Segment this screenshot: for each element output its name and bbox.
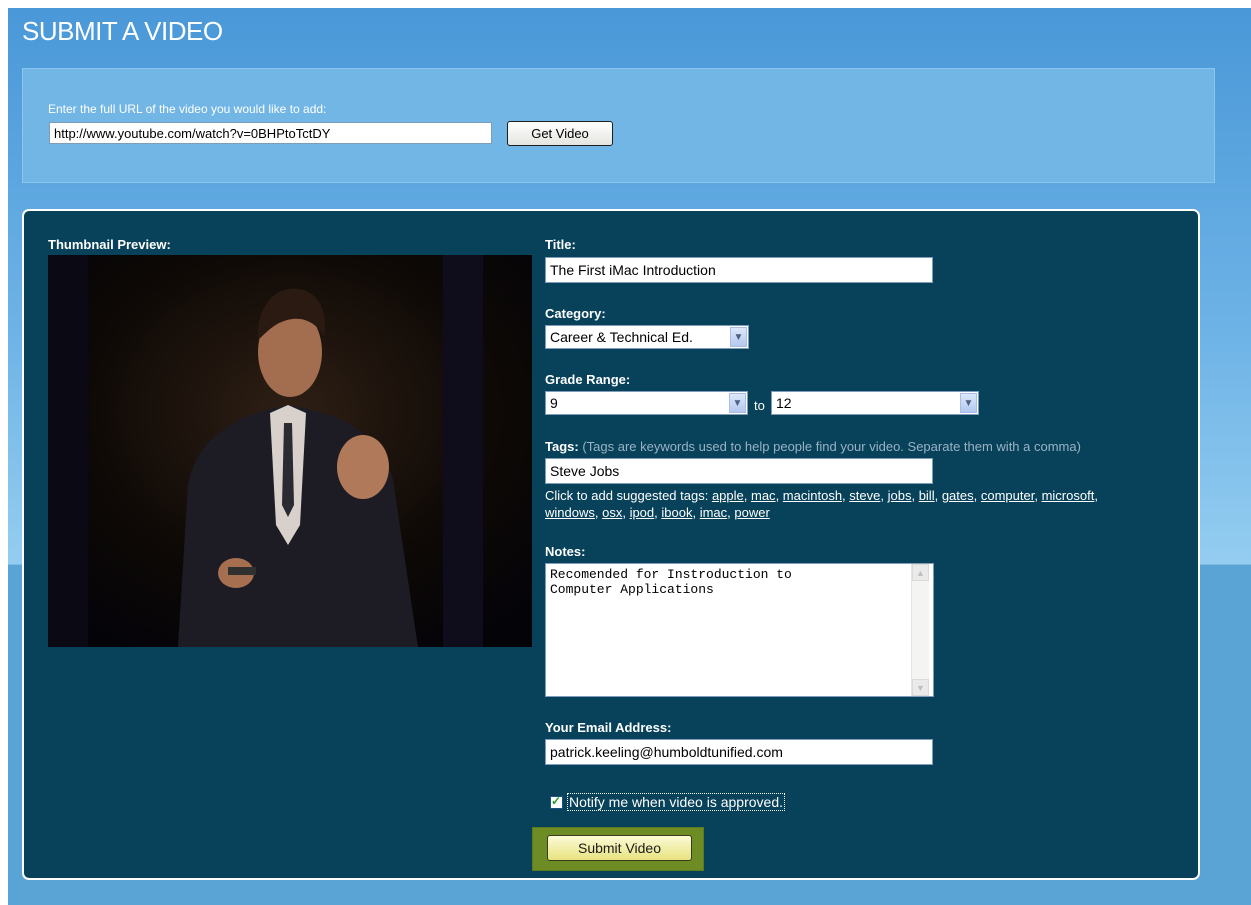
chevron-down-icon[interactable]: ▼ [729,393,746,413]
tags-hint: (Tags are keywords used to help people f… [582,439,1081,454]
tag-link-power[interactable]: power [734,505,769,520]
grade-to-value: 12 [776,395,792,411]
chevron-down-icon[interactable]: ▼ [730,327,747,347]
thumbnail-preview [48,255,532,647]
tag-link-ibook[interactable]: ibook [661,505,692,520]
notify-label[interactable]: Notify me when video is approved. [567,793,785,811]
title-label: Title: [545,237,576,252]
title-input[interactable] [545,257,933,283]
grade-to-word: to [754,398,765,413]
tag-link-osx[interactable]: osx [602,505,622,520]
tags-label: Tags: [545,439,579,454]
category-select[interactable]: Career & Technical Ed. ▼ [545,325,749,349]
tag-link-macintosh[interactable]: macintosh [783,488,842,503]
tags-label-row: Tags: (Tags are keywords used to help pe… [545,439,1081,454]
get-video-button[interactable]: Get Video [507,121,613,146]
grade-from-value: 9 [550,395,558,411]
notes-textarea[interactable]: Recomended for Instroduction to Computer… [545,563,934,697]
video-form-panel: Thumbnail Preview: Title: Categor [22,209,1200,880]
page-title: SUBMIT A VIDEO [22,16,223,46]
tag-link-imac[interactable]: imac [700,505,727,520]
tag-link-gates[interactable]: gates [942,488,974,503]
tag-link-jobs[interactable]: jobs [888,488,912,503]
notify-checkbox[interactable] [550,794,563,809]
notes-label: Notes: [545,544,586,559]
tag-link-bill[interactable]: bill [919,488,935,503]
tag-link-apple[interactable]: apple [712,488,744,503]
presenter-image [48,255,532,647]
url-input[interactable] [49,122,492,144]
tag-link-windows[interactable]: windows [545,505,595,520]
category-value: Career & Technical Ed. [550,329,693,345]
thumbnail-label: Thumbnail Preview: [48,237,171,252]
url-label: Enter the full URL of the video you woul… [48,102,327,116]
url-panel: Enter the full URL of the video you woul… [22,68,1215,183]
tag-link-ipod[interactable]: ipod [630,505,655,520]
grade-to-select[interactable]: 12 ▼ [771,391,979,415]
submit-video-button[interactable]: Submit Video [547,835,692,861]
tag-link-microsoft[interactable]: microsoft [1042,488,1095,503]
email-input[interactable] [545,739,933,765]
tag-link-mac[interactable]: mac [751,488,776,503]
scroll-down-icon[interactable]: ▼ [912,679,929,696]
grade-range-label: Grade Range: [545,372,631,387]
grade-from-select[interactable]: 9 ▼ [545,391,748,415]
tag-link-steve[interactable]: steve [849,488,880,503]
submit-highlight: Submit Video [532,827,704,871]
notify-checkbox-row[interactable]: Notify me when video is approved. [550,792,785,812]
tags-input[interactable] [545,458,933,484]
chevron-down-icon[interactable]: ▼ [960,393,977,413]
suggested-tags: Click to add suggested tags: apple, mac,… [545,488,1098,520]
suggested-tags-prefix: Click to add suggested tags: [545,488,709,503]
scroll-up-icon[interactable]: ▲ [912,564,929,581]
category-label: Category: [545,306,606,321]
email-label: Your Email Address: [545,720,672,735]
tag-link-computer[interactable]: computer [981,488,1034,503]
notes-scrollbar[interactable]: ▲ ▼ [911,564,929,696]
